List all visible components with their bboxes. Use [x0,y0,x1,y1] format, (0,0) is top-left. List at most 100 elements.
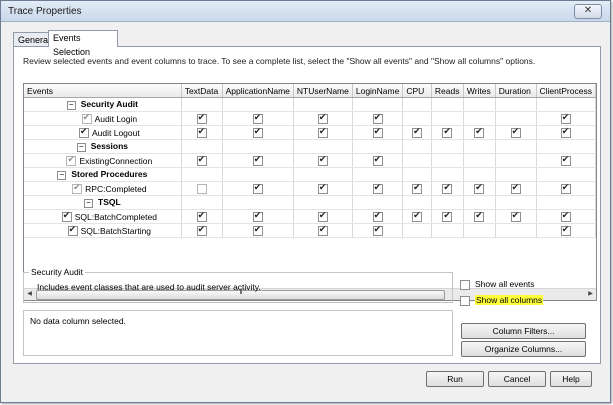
column-checkbox[interactable] [317,126,328,138]
column-checkbox[interactable] [560,126,571,138]
collapse-icon[interactable]: − [66,100,76,110]
column-checkbox[interactable] [252,112,263,124]
column-checkbox[interactable] [474,182,485,194]
column-header-reads[interactable]: Reads [431,84,464,98]
column-cell[interactable] [352,209,404,224]
column-cell[interactable] [293,181,353,196]
column-cell[interactable] [495,125,537,140]
column-header-loginname[interactable]: LoginName [352,84,404,98]
column-cell[interactable] [352,111,404,126]
column-checkbox[interactable] [372,210,383,222]
column-checkbox[interactable] [560,210,571,222]
column-checkbox[interactable] [412,126,423,138]
column-cell[interactable] [536,223,596,238]
column-cell[interactable] [431,125,464,140]
show-all-columns-checkbox[interactable] [460,295,470,306]
column-checkbox[interactable] [252,126,263,138]
column-cell[interactable] [536,153,596,168]
column-checkbox[interactable] [196,183,207,194]
column-checkbox[interactable] [412,182,423,194]
event-checkbox[interactable] [78,126,89,138]
column-checkbox[interactable] [372,112,383,124]
column-cell[interactable] [402,181,432,196]
column-cell[interactable] [495,181,537,196]
column-cell[interactable] [181,181,223,196]
column-checkbox[interactable] [412,210,423,222]
column-cell[interactable] [463,125,496,140]
column-checkbox[interactable] [317,112,328,124]
column-checkbox[interactable] [372,154,383,166]
column-cell[interactable] [181,153,223,168]
event-row[interactable]: Audit Logout [24,125,596,140]
column-cell[interactable] [536,181,596,196]
column-checkbox[interactable] [510,210,521,222]
column-checkbox[interactable] [560,112,571,124]
tab-events-selection[interactable]: Events Selection [48,30,118,57]
event-row[interactable]: RPC:Completed [24,181,596,196]
column-cell[interactable] [293,209,353,224]
collapse-icon[interactable]: − [57,170,67,180]
event-checkbox[interactable] [61,210,72,222]
column-cell[interactable] [293,125,353,140]
column-cell[interactable] [222,209,294,224]
column-header-ntusername[interactable]: NTUserName [293,84,353,98]
column-header-writes[interactable]: Writes [463,84,496,98]
column-cell[interactable] [222,181,294,196]
event-checkbox[interactable] [66,154,77,166]
column-cell[interactable] [293,111,353,126]
show-all-events-option[interactable]: Show all events [460,279,535,290]
collapse-icon[interactable]: − [76,142,86,152]
close-button[interactable]: ✕ [574,4,602,19]
column-checkbox[interactable] [510,182,521,194]
show-all-columns-option[interactable]: Show all columns [460,295,544,306]
event-row[interactable]: SQL:BatchStarting [24,223,596,238]
column-cell[interactable] [352,125,404,140]
column-header-cpu[interactable]: CPU [402,84,432,98]
column-header-clientprocess[interactable]: ClientProcess [536,84,596,98]
column-checkbox[interactable] [252,182,263,194]
column-checkbox[interactable] [560,182,571,194]
column-filters-button[interactable]: Column Filters... [461,323,586,339]
event-checkbox[interactable] [72,182,83,194]
column-cell[interactable] [181,223,223,238]
column-cell[interactable] [431,181,464,196]
title-bar[interactable]: Trace Properties ✕ [1,1,610,22]
collapse-icon[interactable]: − [84,198,94,208]
column-checkbox[interactable] [196,126,207,138]
column-checkbox[interactable] [474,126,485,138]
scroll-right-arrow-icon[interactable]: ▶ [585,289,596,300]
column-cell[interactable] [222,111,294,126]
column-checkbox[interactable] [372,224,383,236]
category-row[interactable]: − Stored Procedures [24,167,596,182]
help-button[interactable]: Help [550,371,592,387]
column-checkbox[interactable] [317,210,328,222]
column-header-events[interactable]: Events [24,84,182,98]
column-cell[interactable] [536,209,596,224]
column-checkbox[interactable] [560,154,571,166]
column-cell[interactable] [536,125,596,140]
column-checkbox[interactable] [372,182,383,194]
category-row[interactable]: − Sessions [24,139,596,154]
column-cell[interactable] [402,209,432,224]
column-checkbox[interactable] [252,224,263,236]
column-checkbox[interactable] [196,224,207,236]
column-checkbox[interactable] [196,210,207,222]
event-row[interactable]: SQL:BatchCompleted [24,209,596,224]
show-all-events-checkbox[interactable] [460,279,470,290]
organize-columns-button[interactable]: Organize Columns... [461,341,586,357]
column-checkbox[interactable] [252,210,263,222]
column-cell[interactable] [463,209,496,224]
event-checkbox[interactable] [81,112,92,124]
tab-general[interactable]: General [13,32,50,46]
column-checkbox[interactable] [442,210,453,222]
column-cell[interactable] [536,111,596,126]
column-header-textdata[interactable]: TextData [181,84,223,98]
column-checkbox[interactable] [317,154,328,166]
column-cell[interactable] [495,209,537,224]
column-checkbox[interactable] [196,154,207,166]
event-row[interactable]: ExistingConnection [24,153,596,168]
column-header-applicationname[interactable]: ApplicationName [222,84,294,98]
column-cell[interactable] [402,125,432,140]
column-cell[interactable] [352,223,404,238]
column-checkbox[interactable] [442,182,453,194]
